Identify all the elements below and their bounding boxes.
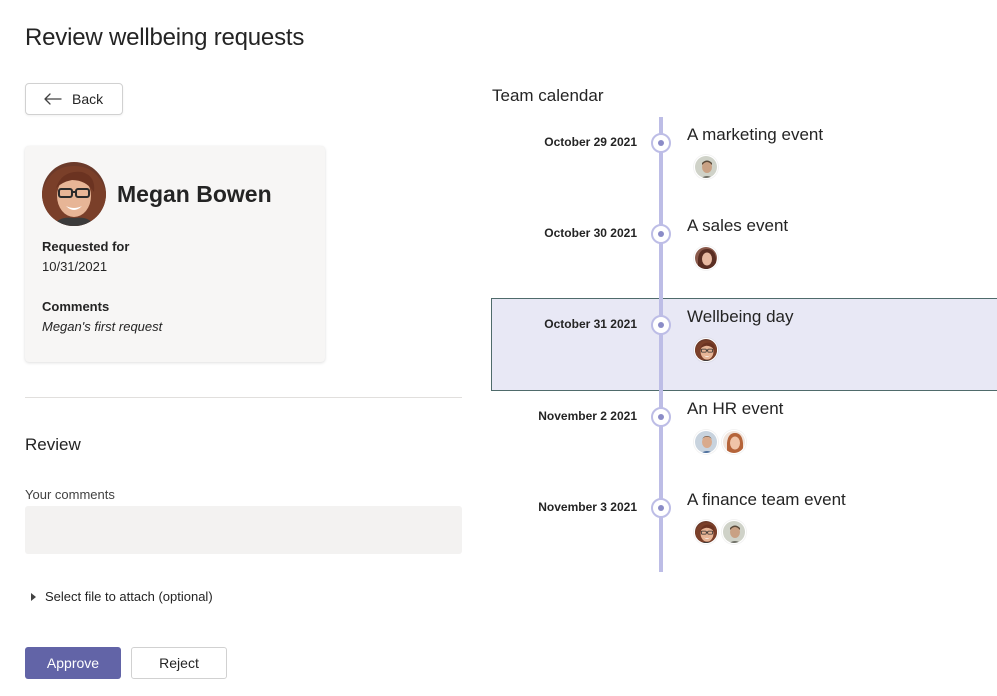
divider bbox=[25, 397, 462, 398]
avatar bbox=[722, 520, 746, 544]
avatar bbox=[722, 430, 746, 454]
avatar bbox=[694, 430, 718, 454]
attach-file-toggle[interactable]: Select file to attach (optional) bbox=[31, 589, 213, 604]
attendee-list bbox=[694, 430, 746, 454]
attendee-list bbox=[694, 155, 718, 179]
avatar bbox=[694, 155, 718, 179]
back-button[interactable]: Back bbox=[25, 83, 123, 115]
timeline-node-icon bbox=[651, 224, 671, 244]
event-title: A sales event bbox=[687, 216, 789, 235]
event-title: A finance team event bbox=[687, 490, 846, 509]
event-title: Wellbeing day bbox=[687, 307, 794, 326]
requester-name: Megan Bowen bbox=[117, 181, 272, 207]
avatar bbox=[694, 246, 718, 270]
avatar bbox=[694, 520, 718, 544]
event-date: October 30 2021 bbox=[544, 226, 637, 240]
your-comments-label: Your comments bbox=[25, 487, 115, 502]
caret-right-icon bbox=[31, 592, 36, 601]
event-date: November 2 2021 bbox=[538, 409, 637, 423]
reject-button[interactable]: Reject bbox=[131, 647, 227, 679]
attendee-list bbox=[694, 338, 718, 362]
calendar-title: Team calendar bbox=[492, 86, 604, 105]
approve-button[interactable]: Approve bbox=[25, 647, 121, 679]
arrow-left-icon bbox=[44, 93, 62, 105]
attendee-list bbox=[694, 520, 746, 544]
timeline-node-icon bbox=[651, 133, 671, 153]
avatar bbox=[42, 162, 106, 226]
requested-for-label: Requested for bbox=[42, 239, 130, 254]
timeline-node-icon bbox=[651, 315, 671, 335]
request-card: Megan Bowen Requested for 10/31/2021 Com… bbox=[25, 146, 325, 362]
avatar bbox=[694, 338, 718, 362]
attach-file-label: Select file to attach (optional) bbox=[45, 589, 213, 604]
event-date: October 29 2021 bbox=[544, 135, 637, 149]
your-comments-input[interactable] bbox=[25, 506, 462, 554]
requested-for-value: 10/31/2021 bbox=[42, 259, 108, 274]
page: Review wellbeing requests Back Megan Bow… bbox=[0, 0, 997, 696]
timeline-node-icon bbox=[651, 498, 671, 518]
review-title: Review bbox=[25, 435, 81, 454]
event-title: An HR event bbox=[687, 399, 784, 418]
page-title: Review wellbeing requests bbox=[25, 24, 305, 51]
timeline-node-icon bbox=[651, 407, 671, 427]
back-button-label: Back bbox=[72, 91, 104, 107]
event-date: October 31 2021 bbox=[544, 317, 637, 331]
event-date: November 3 2021 bbox=[538, 500, 637, 514]
attendee-list bbox=[694, 246, 718, 270]
comments-value: Megan's first request bbox=[42, 319, 163, 334]
comments-label: Comments bbox=[42, 299, 110, 314]
event-title: A marketing event bbox=[687, 125, 824, 144]
